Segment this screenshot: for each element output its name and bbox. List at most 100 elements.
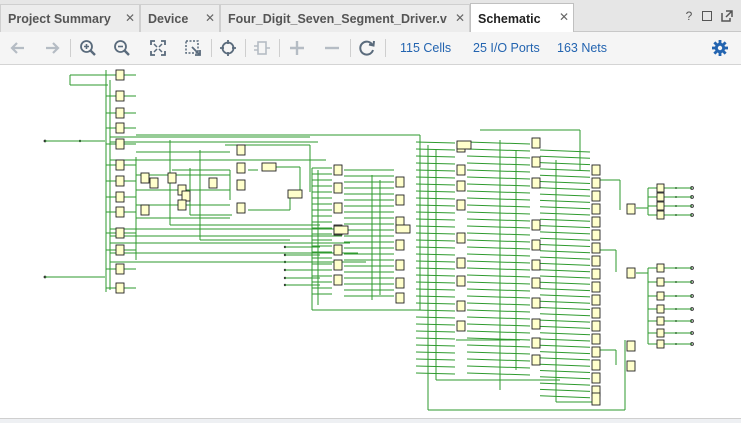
fit-view-icon[interactable] [148, 38, 168, 58]
netlist-cell [591, 164, 601, 176]
netlist-cell [140, 172, 150, 184]
net-wire [466, 239, 531, 243]
netlist-cell [395, 224, 411, 234]
nets-count-link[interactable]: 163 Nets [557, 41, 607, 55]
netlist-cell [181, 190, 191, 202]
net-wire [539, 370, 591, 373]
net-wire [539, 231, 591, 235]
netlist-cell [333, 225, 349, 235]
netlist-cell [149, 177, 159, 189]
zoom-out-icon[interactable] [112, 38, 132, 58]
netlist-cell [626, 340, 636, 352]
window-controls: ? [683, 10, 733, 22]
zoom-in-icon[interactable] [78, 38, 98, 58]
net-wire [466, 281, 531, 285]
toolbar-separator [279, 39, 280, 57]
expand-icon[interactable] [287, 38, 307, 58]
net-wire [466, 274, 531, 278]
netlist-cell [395, 277, 405, 289]
netlist-cell [531, 297, 541, 309]
zoom-area-icon[interactable] [183, 38, 203, 58]
netlist-cell [591, 229, 601, 241]
netlist-cell [395, 239, 405, 251]
net-wire [539, 155, 591, 159]
net-wire [466, 267, 531, 271]
netlist-cell [591, 294, 601, 306]
toolbar-separator [245, 39, 246, 57]
schematic-netlist-drawing[interactable] [0, 66, 741, 418]
netlist-cell [333, 259, 343, 271]
net-wire [539, 294, 591, 298]
toolbar-separator [211, 39, 212, 57]
help-icon[interactable]: ? [683, 10, 695, 22]
io-ports-count-link[interactable]: 25 I/O Ports [473, 41, 540, 55]
net-wire [466, 225, 531, 229]
netlist-cell [591, 190, 601, 202]
net-wire [415, 148, 456, 151]
net-wire [466, 218, 531, 222]
net-wire [466, 162, 531, 166]
net-wire [415, 141, 456, 144]
close-icon[interactable]: ✕ [559, 11, 569, 23]
net-wire [466, 246, 531, 250]
netlist-cell [591, 242, 601, 254]
netlist-cell [531, 219, 541, 231]
net-wire [539, 376, 591, 380]
back-arrow-icon[interactable] [8, 38, 28, 58]
close-icon[interactable]: ✕ [125, 12, 135, 24]
netlist-cell [656, 339, 665, 349]
net-wire [539, 218, 591, 222]
netlist-cell [656, 277, 665, 287]
netlist-cell [591, 307, 601, 319]
net-wire [466, 351, 531, 355]
net-wire [466, 323, 531, 327]
netlist-cell [115, 138, 125, 150]
netlist-cell [115, 90, 125, 102]
net-wire [539, 187, 591, 191]
netlist-cell [333, 274, 343, 286]
netlist-cell [656, 304, 665, 314]
settings-gear-icon[interactable] [710, 38, 730, 58]
netlist-cell [177, 199, 187, 211]
netlist-cell [456, 180, 466, 192]
net-wire [539, 206, 591, 210]
netlist-cell [591, 177, 601, 189]
net-wire [466, 197, 531, 201]
net-wire [539, 395, 591, 399]
schematic-canvas[interactable] [0, 66, 741, 418]
net-wire [539, 269, 591, 273]
netlist-cell [656, 263, 665, 273]
netlist-cell [531, 318, 541, 330]
float-window-icon[interactable] [721, 10, 733, 22]
tab-project-summary[interactable]: Project Summary ✕ [0, 4, 140, 32]
tab-schematic[interactable]: Schematic ✕ [470, 3, 574, 33]
net-wire [539, 237, 591, 241]
tab-device[interactable]: Device ✕ [140, 4, 220, 32]
net-wire [539, 181, 591, 184]
collapse-icon[interactable] [322, 38, 342, 58]
forward-arrow-icon[interactable] [42, 38, 62, 58]
tab-verilog-source[interactable]: Four_Digit_Seven_Segment_Driver.v ✕ [220, 4, 470, 32]
regenerate-icon[interactable] [252, 38, 272, 58]
close-icon[interactable]: ✕ [205, 12, 215, 24]
reload-icon[interactable] [357, 38, 377, 58]
netlist-cell [531, 156, 541, 168]
net-wire [466, 169, 531, 173]
autofit-selection-icon[interactable] [218, 38, 238, 58]
net-wire [539, 244, 591, 247]
netlist-cell [456, 140, 472, 150]
net-wire [466, 253, 531, 257]
net-wire [466, 141, 531, 145]
net-wire [539, 275, 591, 279]
netlist-cell [456, 257, 466, 269]
close-icon[interactable]: ✕ [455, 12, 465, 24]
netlist-cell [656, 201, 665, 211]
netlist-cell [395, 194, 405, 206]
net-wire [539, 250, 591, 254]
maximize-icon[interactable] [702, 10, 714, 22]
net-wire [539, 332, 591, 336]
netlist-cell [656, 291, 665, 301]
netlist-cell [115, 107, 125, 119]
netlist-cell [591, 392, 601, 406]
cells-count-link[interactable]: 115 Cells [400, 41, 451, 55]
